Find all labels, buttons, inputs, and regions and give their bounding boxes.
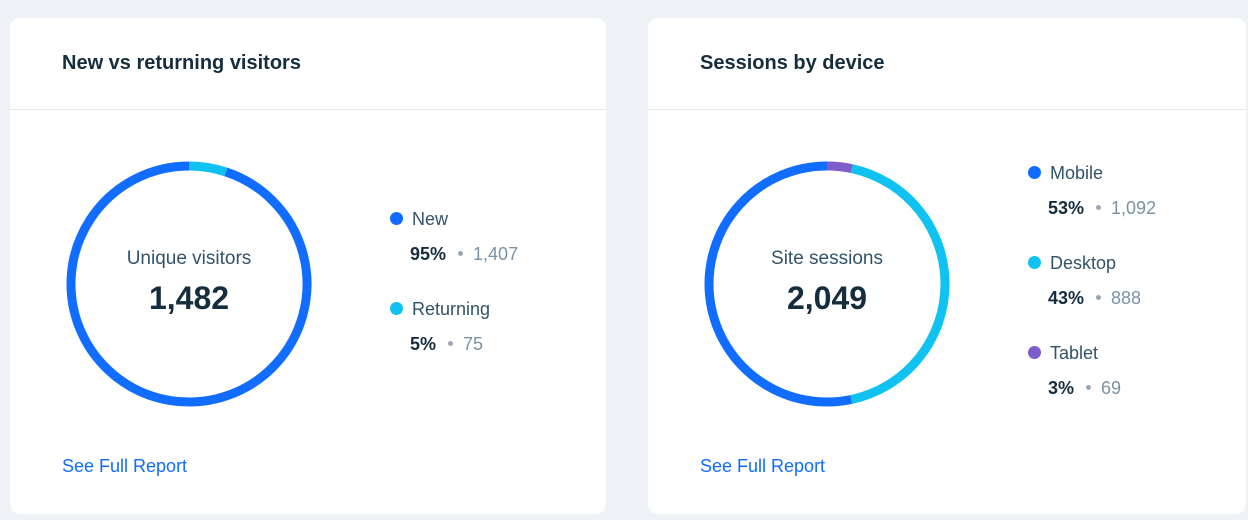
- legend-item-desktop: Desktop 43% 888: [1028, 252, 1156, 309]
- legend-count-desktop: 888: [1111, 288, 1142, 308]
- separator-dot-icon: [1096, 294, 1102, 300]
- legend-label-tablet: Tablet: [1050, 343, 1099, 363]
- legend-percent-new: 95%: [410, 244, 447, 264]
- sessions-donut-center: Site sessions 2,049: [703, 160, 951, 408]
- legend-item-tablet: Tablet 3% 69: [1028, 342, 1156, 399]
- legend-stats-tablet: 3% 69: [1048, 377, 1156, 399]
- separator-dot-icon: [458, 250, 464, 256]
- separator-dot-icon: [1086, 384, 1092, 390]
- visitors-card-title: New vs returning visitors: [62, 52, 301, 74]
- see-full-report-link[interactable]: See Full Report: [62, 456, 187, 477]
- site-sessions-label: Site sessions: [771, 247, 883, 269]
- legend-percent-tablet: 3%: [1048, 378, 1075, 398]
- legend-dot-tablet: [1028, 346, 1041, 359]
- visitors-donut-chart: Unique visitors 1,482: [65, 160, 313, 408]
- legend-count-mobile: 1,092: [1111, 198, 1157, 218]
- legend-percent-desktop: 43%: [1048, 288, 1085, 308]
- legend-dot-desktop: [1028, 256, 1041, 269]
- unique-visitors-label: Unique visitors: [126, 247, 252, 269]
- legend-label-mobile: Mobile: [1050, 163, 1104, 183]
- legend-label-desktop: Desktop: [1050, 253, 1117, 273]
- legend-label-new: New: [412, 209, 449, 229]
- separator-dot-icon: [1096, 204, 1102, 210]
- sessions-card: Sessions by device Site sessions 2,049 M…: [648, 18, 1246, 514]
- see-full-report-link[interactable]: See Full Report: [700, 456, 825, 477]
- legend-count-new: 1,407: [473, 244, 519, 264]
- legend-item-new: New 95% 1,407: [390, 208, 518, 265]
- visitors-donut-center: Unique visitors 1,482: [65, 160, 313, 408]
- legend-label-returning: Returning: [412, 299, 491, 319]
- legend-percent-mobile: 53%: [1048, 198, 1085, 218]
- site-sessions-value: 2,049: [786, 279, 868, 316]
- visitors-card: New vs returning visitors Unique visitor…: [10, 18, 606, 514]
- sessions-card-header: Sessions by device: [648, 18, 1246, 110]
- sessions-legend: Mobile 53% 1,092 Desktop 43% 888 Tablet 3%…: [1028, 162, 1156, 432]
- legend-dot-new: [390, 212, 403, 225]
- legend-count-returning: 75: [463, 334, 484, 354]
- legend-item-returning: Returning 5% 75: [390, 298, 518, 355]
- legend-stats-desktop: 43% 888: [1048, 287, 1156, 309]
- visitors-card-header: New vs returning visitors: [10, 18, 606, 110]
- legend-dot-mobile: [1028, 166, 1041, 179]
- legend-stats-mobile: 53% 1,092: [1048, 197, 1156, 219]
- unique-visitors-value: 1,482: [148, 279, 230, 316]
- legend-dot-returning: [390, 302, 403, 315]
- legend-count-tablet: 69: [1101, 378, 1122, 398]
- legend-item-mobile: Mobile 53% 1,092: [1028, 162, 1156, 219]
- separator-dot-icon: [448, 340, 454, 346]
- sessions-donut-chart: Site sessions 2,049: [703, 160, 951, 408]
- legend-stats-new: 95% 1,407: [410, 243, 518, 265]
- legend-stats-returning: 5% 75: [410, 333, 518, 355]
- legend-percent-returning: 5%: [410, 334, 437, 354]
- sessions-card-title: Sessions by device: [700, 52, 885, 74]
- visitors-legend: New 95% 1,407 Returning 5% 75: [390, 208, 518, 388]
